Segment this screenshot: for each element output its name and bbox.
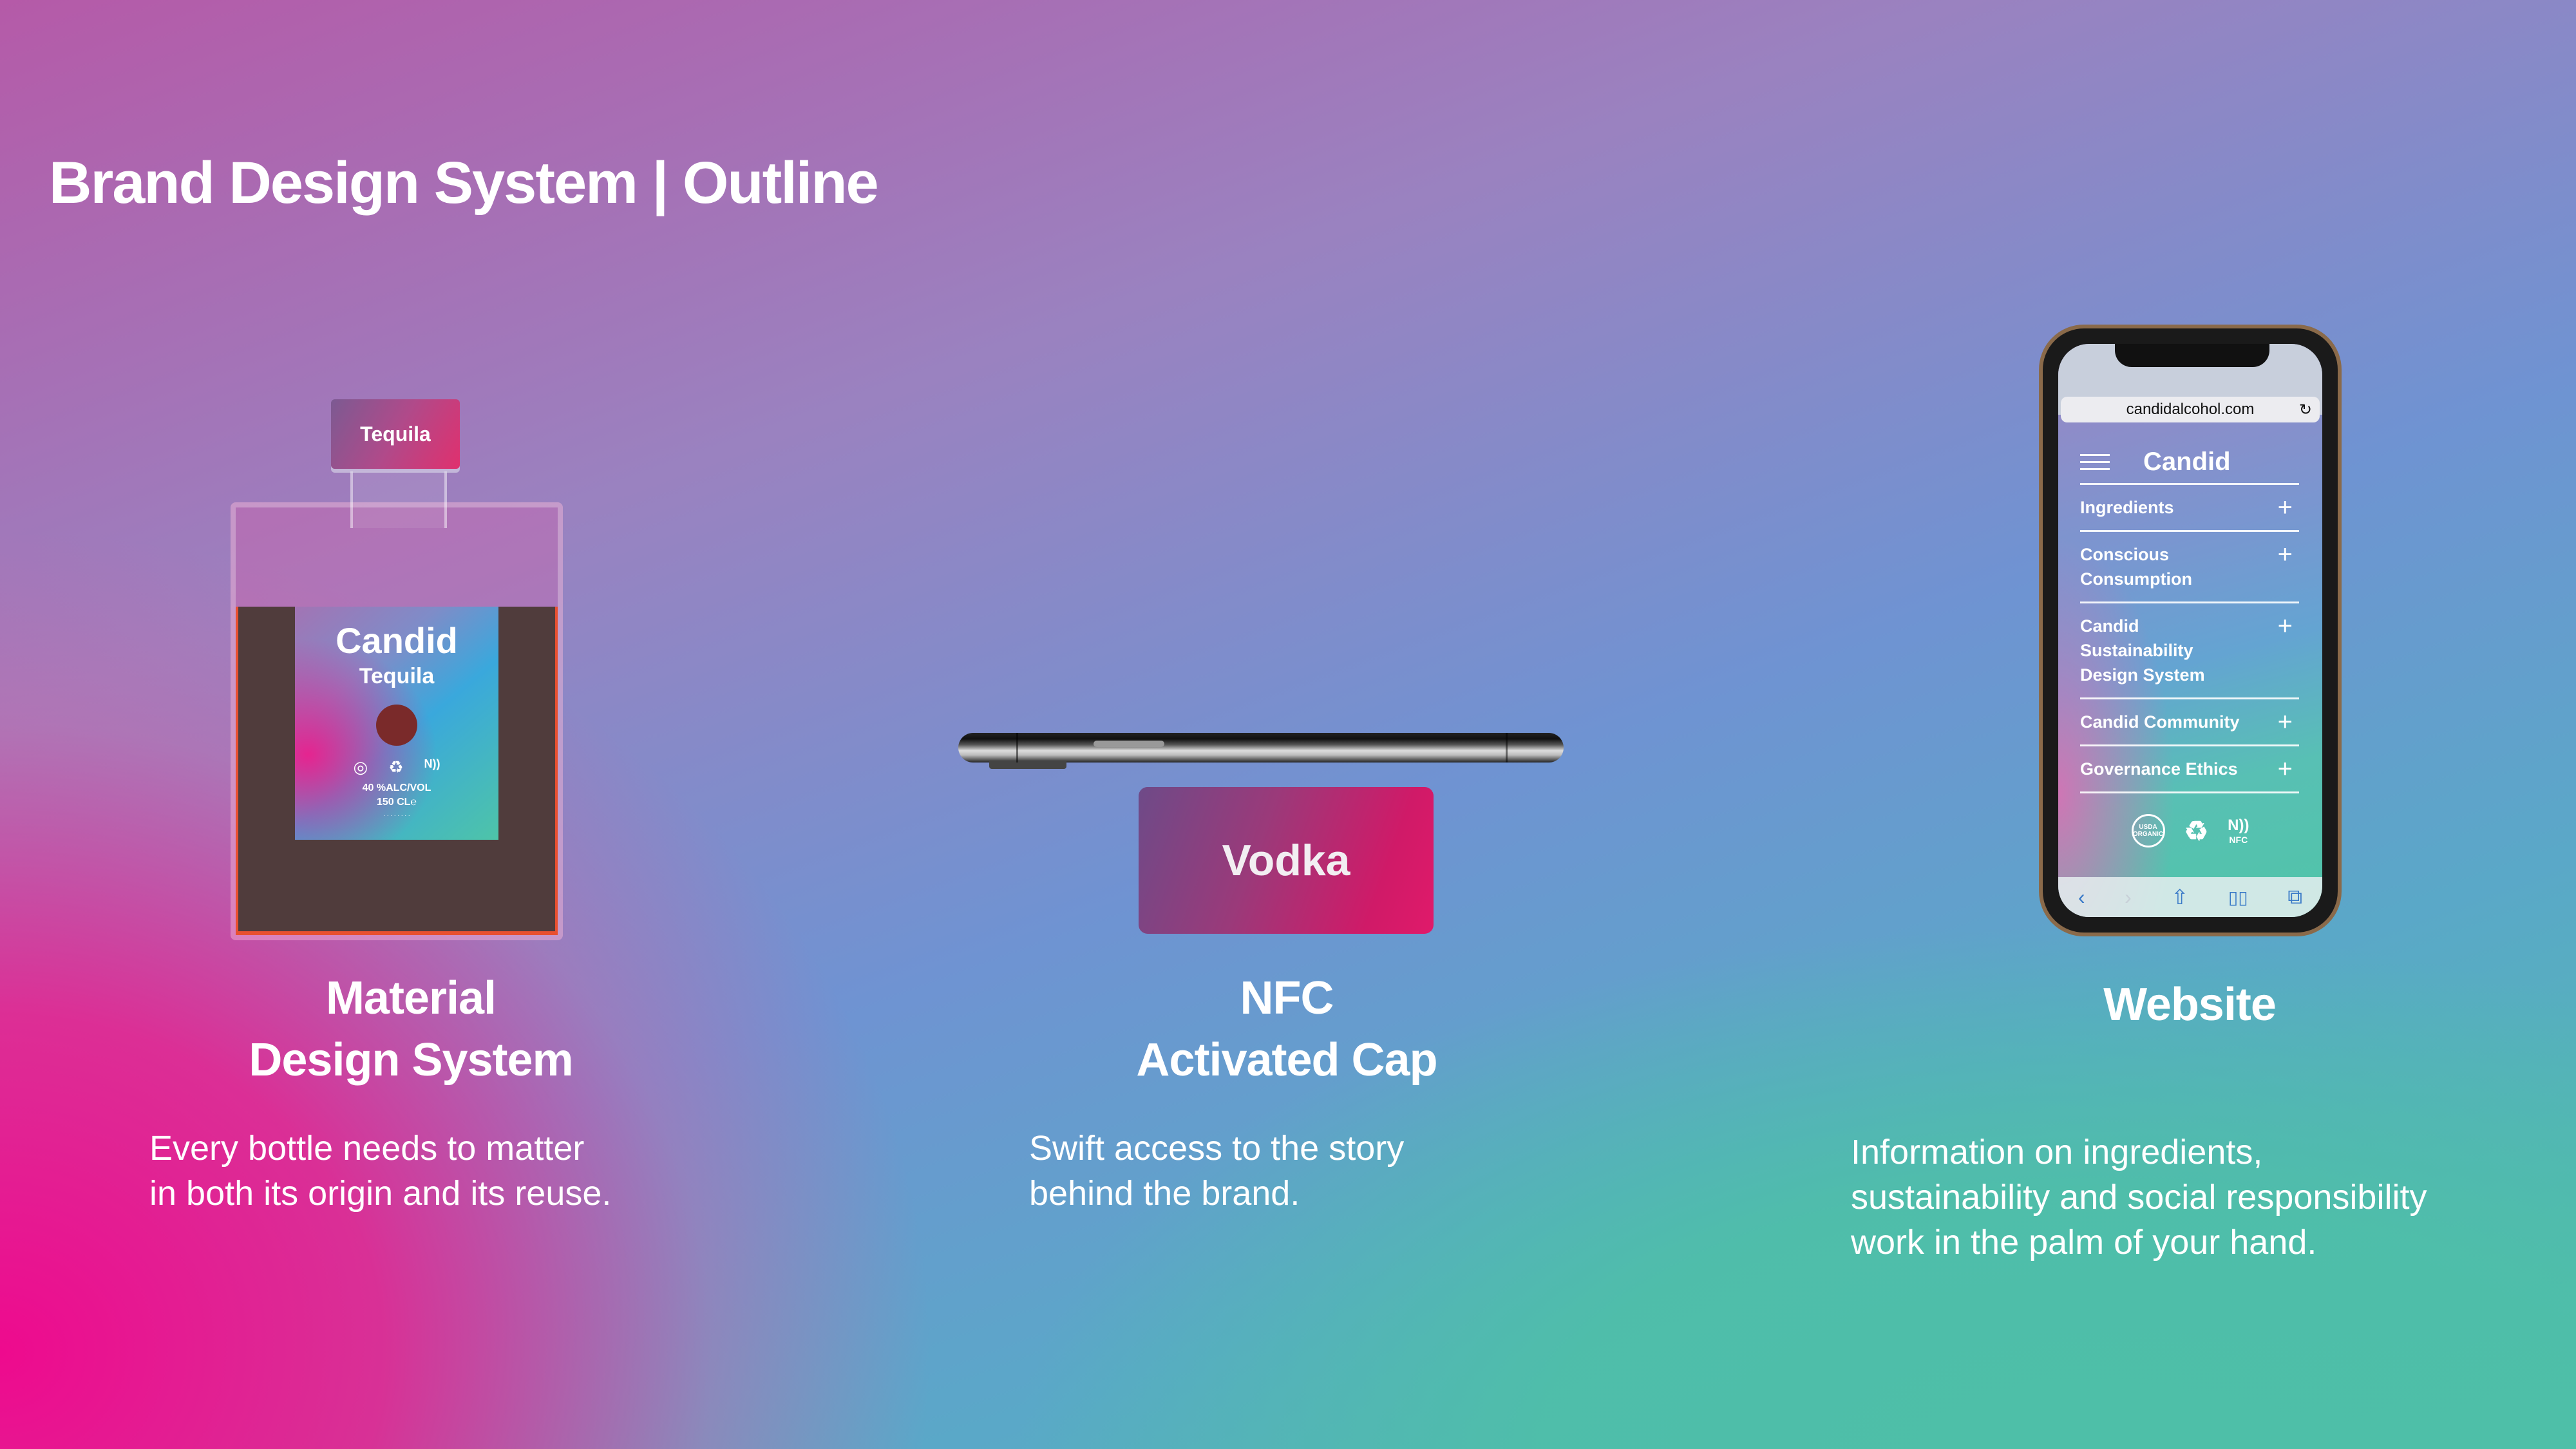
material-design-title: Material Design System <box>166 967 656 1091</box>
website-description: Information on ingredients, sustainabili… <box>1851 1130 2427 1265</box>
recycle-icon: ♻ <box>388 757 404 777</box>
bookmarks-icon[interactable]: ▯▯ <box>2228 887 2248 908</box>
nfc-icon: N)) <box>424 757 440 770</box>
website-title: Website <box>1919 974 2460 1036</box>
label-abv: 40 %ALC/VOL <box>362 782 431 793</box>
menu-item-label: Candid Community <box>2080 712 2240 732</box>
title-line: NFC <box>1240 972 1334 1024</box>
desc-line: in both its origin and its reuse. <box>149 1174 612 1213</box>
share-icon[interactable]: ⇧ <box>2171 885 2188 909</box>
site-badges: USDA ORGANIC ♻ N)) NFC <box>2058 814 2322 848</box>
recycle-icon: ♻ <box>2184 815 2209 846</box>
title-line: Material <box>325 972 497 1024</box>
nfc-icon: N)) NFC <box>2228 817 2249 845</box>
usda-organic-icon: USDA ORGANIC <box>2131 814 2165 848</box>
usda-organic-icon: ◎ <box>353 757 368 777</box>
bottle-neck <box>350 471 447 528</box>
menu-item-conscious-consumption[interactable]: Conscious Consumption + <box>2080 532 2299 603</box>
site-logo[interactable]: Candid <box>2143 448 2231 477</box>
phone-screen: candidalcohol.com ↻ Candid Ingredients +… <box>2058 344 2322 917</box>
label-icons: ◎ ♻ N)) <box>295 757 498 777</box>
plus-icon[interactable]: + <box>2278 542 2293 567</box>
label-variety: Tequila <box>359 664 435 688</box>
menu-item-sustainability-design-system[interactable]: Candid Sustainability Design System + <box>2080 603 2299 699</box>
browser-url-bar[interactable]: candidalcohol.com ↻ <box>2061 397 2320 422</box>
phone-mockup: candidalcohol.com ↻ Candid Ingredients +… <box>2039 325 2342 936</box>
tequila-bottle-illustration: Tequila Candid Tequila ◎ ♻ N)) 40 %ALC/V… <box>231 399 563 940</box>
phone-notch <box>2115 344 2269 367</box>
material-design-description: Every bottle needs to matter in both its… <box>149 1126 611 1216</box>
title-line: Activated Cap <box>1136 1034 1437 1086</box>
phone-button <box>989 761 1066 769</box>
phone-side-view <box>958 733 1564 769</box>
vodka-nfc-cap: Vodka <box>1139 787 1434 934</box>
nfc-cap-description: Swift access to the story behind the bra… <box>1029 1126 1404 1216</box>
desc-line: Swift access to the story <box>1029 1129 1405 1168</box>
bottle-label: Candid Tequila ◎ ♻ N)) 40 %ALC/VOL 150 C… <box>295 607 498 840</box>
phone-button <box>1094 741 1164 747</box>
website-content: Candid Ingredients + Conscious Consumpti… <box>2080 440 2299 793</box>
reload-icon[interactable]: ↻ <box>2299 401 2312 419</box>
desc-line: work in the palm of your hand. <box>1851 1223 2317 1262</box>
plus-icon[interactable]: + <box>2278 495 2293 520</box>
bottle-cap: Tequila <box>331 399 460 469</box>
forward-icon[interactable]: › <box>2125 886 2132 909</box>
desc-line: Every bottle needs to matter <box>149 1129 585 1168</box>
site-header: Candid <box>2080 440 2299 485</box>
browser-toolbar: ‹ › ⇧ ▯▯ ⧉ <box>2058 877 2322 917</box>
tabs-icon[interactable]: ⧉ <box>2287 885 2302 909</box>
label-fine-print: · · · · · · · · <box>383 812 410 819</box>
menu-item-candid-community[interactable]: Candid Community + <box>2080 699 2299 746</box>
title-line: Website <box>2103 979 2277 1030</box>
url-text: candidalcohol.com <box>2126 401 2255 418</box>
desc-line: sustainability and social responsibility <box>1851 1178 2427 1217</box>
desc-line: Information on ingredients, <box>1851 1133 2263 1171</box>
label-brand: Candid <box>336 620 458 661</box>
label-volume: 150 CL℮ <box>376 797 417 808</box>
nfc-cap-title: NFC Activated Cap <box>1042 967 1531 1091</box>
menu-item-label: Candid Sustainability Design System <box>2080 616 2205 685</box>
hamburger-menu-icon[interactable] <box>2080 453 2110 470</box>
menu-item-label: Conscious Consumption <box>2080 545 2192 589</box>
menu-item-label: Governance Ethics <box>2080 759 2238 779</box>
menu-item-label: Ingredients <box>2080 498 2174 517</box>
desc-line: behind the brand. <box>1029 1174 1300 1213</box>
menu-item-governance-ethics[interactable]: Governance Ethics + <box>2080 746 2299 793</box>
plus-icon[interactable]: + <box>2278 756 2293 782</box>
page-title: Brand Design System | Outline <box>49 150 879 216</box>
wax-seal-icon <box>376 705 417 746</box>
plus-icon[interactable]: + <box>2278 613 2293 639</box>
menu-item-ingredients[interactable]: Ingredients + <box>2080 485 2299 532</box>
plus-icon[interactable]: + <box>2278 709 2293 735</box>
back-icon[interactable]: ‹ <box>2078 886 2085 909</box>
title-line: Design System <box>249 1034 573 1086</box>
